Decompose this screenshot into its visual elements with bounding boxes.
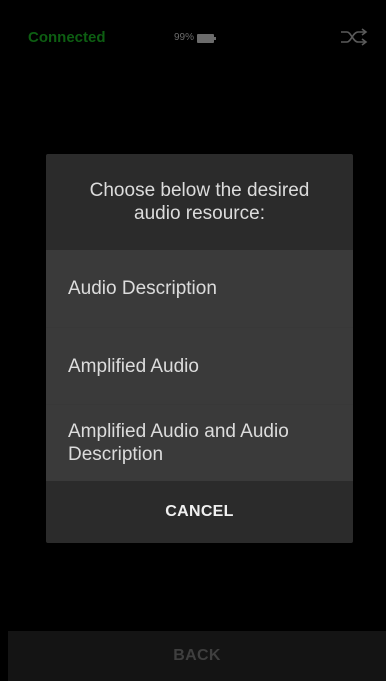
option-amplified-audio[interactable]: Amplified Audio [46, 327, 353, 404]
battery-indicator: 99% [174, 31, 217, 45]
connection-status: Connected [28, 29, 106, 46]
app-screen: Connected 99% Choose below the desired a… [8, 0, 386, 681]
option-amplified-audio-and-audio-description[interactable]: Amplified Audio and Audio Description [46, 404, 353, 481]
cancel-button[interactable]: CANCEL [46, 481, 353, 543]
audio-resource-dialog: Choose below the desired audio resource:… [46, 154, 353, 543]
shuffle-icon[interactable] [339, 26, 369, 48]
battery-icon [197, 33, 217, 43]
dialog-options-list: Audio Description Amplified Audio Amplif… [46, 250, 353, 481]
dialog-title: Choose below the desired audio resource: [46, 154, 353, 250]
option-audio-description[interactable]: Audio Description [46, 250, 353, 327]
battery-level: 99% [174, 32, 195, 43]
back-button[interactable]: BACK [8, 631, 386, 681]
status-bar: Connected 99% [8, 0, 386, 70]
